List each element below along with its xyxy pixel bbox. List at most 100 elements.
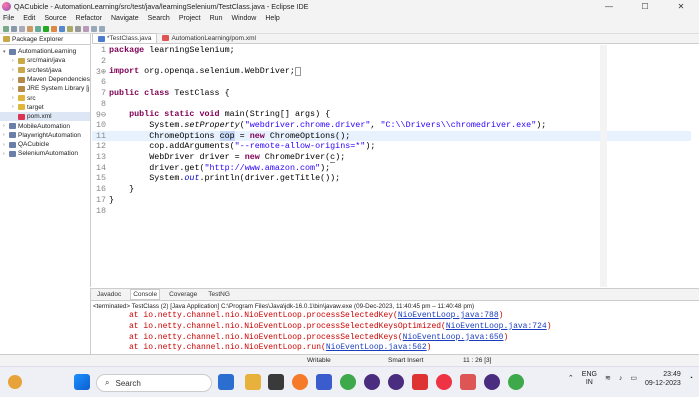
console-line: at io.netty.channel.nio.NioEventLoop.pro…	[91, 322, 699, 333]
menu-bar: File Edit Source Refactor Navigate Searc…	[0, 13, 699, 24]
stacktrace-link[interactable]: NioEventLoop.java:724	[446, 322, 547, 331]
tree-item[interactable]: › MobileAutomation	[0, 121, 90, 130]
menu-edit[interactable]: Edit	[23, 15, 35, 22]
tree-item[interactable]: pom.xml	[0, 112, 90, 122]
line-number: 8	[100, 98, 106, 109]
package-explorer-tab[interactable]: Package Explorer	[0, 34, 90, 45]
project-icon	[9, 132, 16, 139]
save-icon[interactable]	[11, 25, 17, 32]
status-bar: Writable Smart Insert 11 : 26 [3]	[0, 354, 699, 366]
clock-time[interactable]: 23:49	[645, 370, 681, 379]
minimize-button[interactable]: —	[591, 0, 627, 13]
tree-item[interactable]: › PlaywrightAutomation	[0, 131, 90, 140]
build-icon[interactable]	[27, 25, 33, 32]
notification-icon[interactable]: ◔	[689, 374, 693, 384]
save-all-icon[interactable]	[19, 25, 25, 32]
teams-icon[interactable]	[316, 374, 332, 390]
battery-icon[interactable]: ▭	[630, 374, 637, 384]
eclipse-taskbar-icon[interactable]	[364, 374, 380, 390]
search-placeholder: Search	[115, 378, 141, 388]
package-explorer: Package Explorer ▾ AutomationLearning › src…	[0, 34, 91, 287]
run-icon[interactable]	[43, 25, 49, 32]
file-explorer-icon[interactable]	[245, 374, 261, 390]
system-tray[interactable]: ⌃ ENG IN ≋ ♪ ▭ 23:49 09-12-2023 ◔	[568, 370, 693, 388]
red-app-icon[interactable]	[460, 374, 476, 390]
tab-coverage[interactable]: Coverage	[167, 290, 199, 299]
code-text: System.out.println(driver.getTitle());	[109, 173, 341, 184]
editor-scrollbar[interactable]	[600, 45, 607, 287]
tab-javadoc[interactable]: Javadoc	[95, 290, 123, 299]
wifi-icon[interactable]: ≋	[605, 374, 611, 384]
eclipse-taskbar-icon-2[interactable]	[388, 374, 404, 390]
menu-refactor[interactable]: Refactor	[76, 15, 102, 22]
tree-item-label: src/main/java	[27, 57, 66, 65]
tree-item[interactable]: › target	[0, 103, 90, 112]
eclipse-icon	[2, 2, 11, 11]
console-text: at io.netty.channel.nio.NioEventLoop.pro…	[129, 332, 403, 342]
line-number: 3⊕	[95, 67, 106, 78]
store-icon[interactable]	[268, 374, 284, 390]
eclipse-active-icon[interactable]	[484, 374, 500, 390]
weather-icon[interactable]	[8, 375, 22, 389]
open-type-icon[interactable]	[67, 25, 73, 32]
next-annotation-icon[interactable]	[83, 25, 89, 32]
stacktrace-link[interactable]: NioEventLoop.java:562	[326, 343, 427, 352]
project-icon	[9, 48, 16, 55]
console-tabs: Javadoc Console Coverage TestNG	[91, 289, 699, 301]
edge-app-icon[interactable]	[218, 374, 234, 390]
app-icon[interactable]	[412, 374, 428, 390]
code-text: }	[109, 184, 135, 195]
clock-date[interactable]: 09-12-2023	[645, 379, 681, 388]
volume-icon[interactable]: ♪	[619, 374, 623, 384]
stacktrace-link[interactable]: NioEventLoop.java:788	[398, 311, 499, 320]
menu-project[interactable]: Project	[179, 15, 201, 22]
console-text-end: )	[426, 343, 432, 353]
chevron-up-icon[interactable]: ⌃	[568, 374, 574, 384]
language-indicator[interactable]: ENG	[582, 371, 597, 379]
firefox-icon[interactable]	[292, 374, 308, 390]
taskbar-search[interactable]: ⌕ Search	[96, 374, 212, 392]
menu-file[interactable]: File	[3, 15, 14, 22]
tree-item-label: Maven Dependencies	[27, 76, 90, 84]
cursor-position: 11 : 26 [3]	[463, 357, 492, 364]
code-text: }	[109, 194, 115, 205]
chrome-icon[interactable]	[340, 374, 356, 390]
back-icon[interactable]	[91, 25, 97, 32]
tree-item[interactable]: ▾ AutomationLearning	[0, 47, 90, 56]
search-icon[interactable]	[75, 25, 81, 32]
tree-item[interactable]: › Maven Dependencies	[0, 75, 90, 84]
tab-testng[interactable]: TestNG	[206, 290, 232, 299]
menu-source[interactable]: Source	[44, 15, 66, 22]
close-button[interactable]: ✕	[663, 0, 699, 13]
chrome-2-icon[interactable]	[508, 374, 524, 390]
menu-navigate[interactable]: Navigate	[111, 15, 139, 22]
tree-item-label: PlaywrightAutomation	[18, 131, 81, 139]
tab-testclass-java[interactable]: *TestClass.java	[92, 33, 158, 43]
menu-window[interactable]: Window	[231, 15, 256, 22]
external-tools-icon[interactable]	[51, 25, 57, 32]
maximize-button[interactable]: ☐	[627, 0, 663, 13]
tree-item[interactable]: › QACubicle	[0, 140, 90, 149]
editor-tabs: *TestClass.java AutomationLearning/pom.x…	[92, 33, 699, 44]
console-output[interactable]: at io.netty.channel.nio.NioEventLoop.pro…	[91, 311, 699, 354]
console-panel: Javadoc Console Coverage TestNG <termina…	[91, 288, 699, 354]
forward-icon[interactable]	[99, 25, 105, 32]
stacktrace-link[interactable]: NioEventLoop.java:650	[403, 333, 504, 342]
insert-mode-status: Smart Insert	[388, 357, 424, 364]
debug-icon[interactable]	[35, 25, 41, 32]
tree-item[interactable]: › SeleniumAutomation	[0, 149, 90, 158]
menu-run[interactable]: Run	[210, 15, 223, 22]
menu-search[interactable]: Search	[148, 15, 170, 22]
new-class-icon[interactable]	[59, 25, 65, 32]
menu-help[interactable]: Help	[265, 15, 279, 22]
tree-item[interactable]: › src	[0, 93, 90, 102]
tree-item[interactable]: › src/main/java	[0, 56, 90, 65]
tree-item[interactable]: › JRE System Library [j	[0, 84, 90, 93]
windows-start-icon[interactable]	[74, 374, 90, 390]
tab-console[interactable]: Console	[130, 289, 161, 300]
recording-icon[interactable]	[436, 374, 452, 390]
line-number: 10	[95, 119, 106, 130]
tree-item[interactable]: › src/test/java	[0, 66, 90, 75]
tab-pom-xml[interactable]: AutomationLearning/pom.xml	[157, 33, 261, 43]
new-icon[interactable]	[3, 25, 9, 32]
